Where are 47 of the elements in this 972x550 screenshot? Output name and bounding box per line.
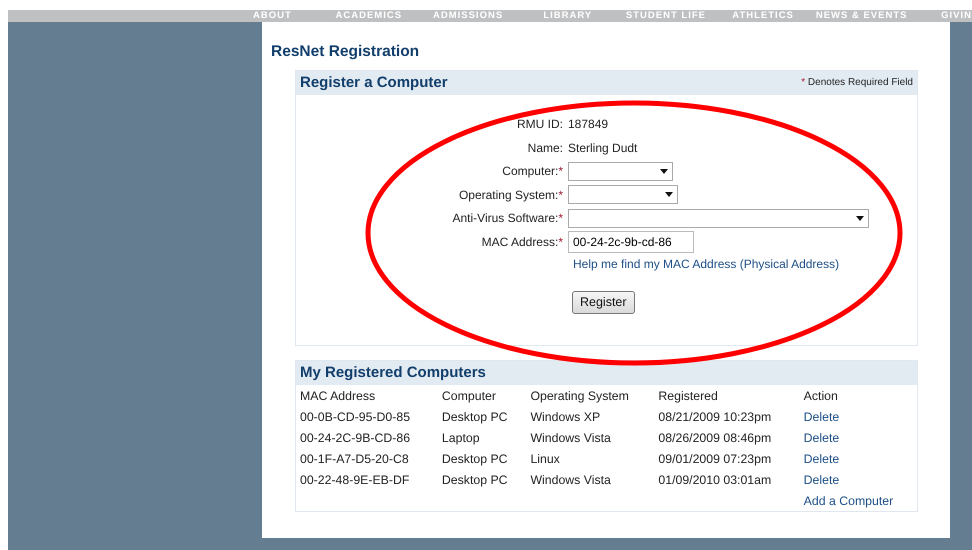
table-cell-text: Laptop bbox=[440, 430, 481, 446]
dropdown-field[interactable] bbox=[568, 162, 673, 181]
dropdown-field[interactable] bbox=[568, 185, 678, 204]
table-cell-text: 00-0B-CD-95-D0-85 bbox=[299, 408, 412, 426]
field-label: Computer:* bbox=[501, 163, 564, 180]
table-cell-text: 08/21/2009 10:23pm bbox=[657, 408, 772, 426]
column-header: Computer bbox=[440, 388, 497, 404]
input-field[interactable]: 00-24-2c-9b-cd-86 bbox=[568, 230, 694, 253]
table-cell-text: Windows Vista bbox=[529, 430, 612, 446]
field-value: 187849 bbox=[568, 116, 608, 134]
register-button[interactable]: Register bbox=[572, 291, 635, 314]
help-link[interactable]: Help me find my MAC Address (Physical Address) bbox=[573, 255, 917, 273]
delete-link[interactable]: Delete bbox=[804, 472, 840, 486]
column-header: Operating System bbox=[529, 388, 630, 404]
table-cell-text: 00-24-2C-9B-CD-86 bbox=[299, 430, 412, 446]
panel-title: Register a Computer bbox=[300, 73, 448, 93]
column-header: MAC Address bbox=[299, 388, 376, 404]
dropdown-field[interactable] bbox=[568, 208, 869, 228]
table-cell-text: 08/26/2009 08:46pm bbox=[657, 430, 772, 446]
table-cell-text: 00-1F-A7-D5-20-C8 bbox=[299, 450, 410, 468]
table-cell-text: Desktop PC bbox=[440, 408, 509, 426]
table-cell-text: 09/01/2009 07:23pm bbox=[657, 450, 772, 468]
column-header: Registered bbox=[657, 388, 719, 404]
caret-icon bbox=[856, 216, 864, 221]
field-label: RMU ID: bbox=[516, 116, 564, 134]
page-title: ResNet Registration bbox=[271, 42, 420, 62]
required-note: * Denotes Required Field bbox=[801, 76, 913, 90]
table-cell-text: Windows Vista bbox=[529, 472, 612, 488]
table-cell-text: Linux bbox=[529, 450, 561, 468]
field-label: Operating System:* bbox=[458, 186, 564, 204]
table-cell-text: Windows XP bbox=[529, 408, 602, 426]
field-value: Sterling Dudt bbox=[568, 140, 638, 157]
table-cell-text: 00-22-48-9E-EB-DF bbox=[299, 472, 410, 488]
add-computer-link[interactable]: Add a Computer bbox=[804, 494, 894, 508]
field-label: Anti-Virus Software:* bbox=[452, 210, 564, 228]
table-cell-text: 01/09/2010 03:01am bbox=[657, 472, 772, 488]
caret-icon bbox=[660, 168, 668, 174]
table-cell-text: Desktop PC bbox=[440, 450, 509, 468]
table-cell-text: Desktop PC bbox=[440, 472, 509, 488]
panel-title: My Registered Computers bbox=[300, 363, 486, 383]
field-label: MAC Address:* bbox=[480, 234, 564, 251]
column-header: Action bbox=[802, 388, 839, 404]
delete-link[interactable]: Delete bbox=[804, 430, 840, 444]
delete-link[interactable]: Delete bbox=[804, 410, 840, 424]
field-label: Name: bbox=[526, 140, 564, 157]
delete-link[interactable]: Delete bbox=[804, 452, 840, 466]
caret-icon bbox=[665, 192, 673, 198]
